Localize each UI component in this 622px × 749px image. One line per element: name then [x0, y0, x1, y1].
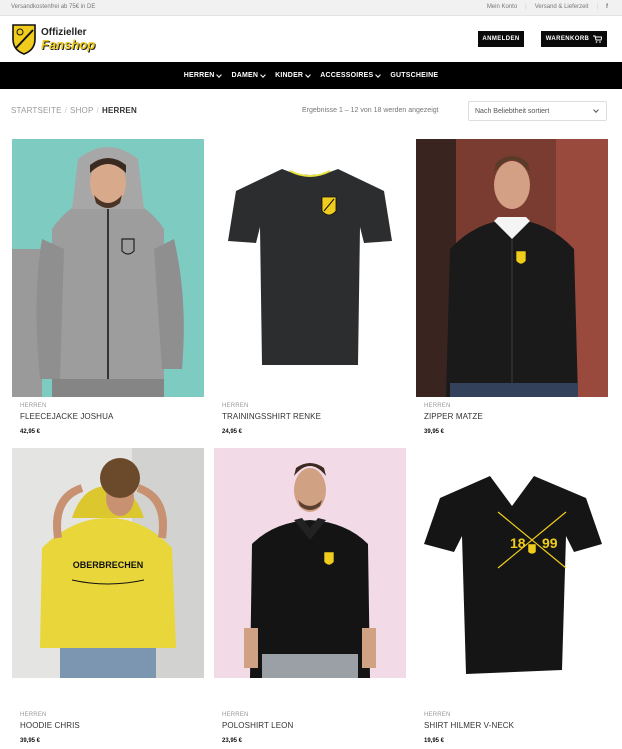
chevron-down-icon: [375, 71, 382, 78]
nav-item-herren[interactable]: HERREN: [183, 71, 223, 79]
chevron-down-icon: [305, 71, 312, 78]
nav-label: HERREN: [183, 72, 215, 79]
breadcrumb: STARTSEITE / SHOP / HERREN: [11, 106, 137, 115]
product-category: HERREN: [222, 712, 249, 718]
product-card[interactable]: HERREN FLEECEJACKE JOSHUA 42,95 €: [12, 139, 204, 435]
login-button[interactable]: ANMELDEN: [478, 31, 524, 47]
product-image[interactable]: 18 99: [416, 448, 608, 706]
cart-label: WARENKORB: [545, 36, 590, 42]
product-category: HERREN: [424, 403, 451, 409]
product-category: HERREN: [424, 712, 451, 718]
my-account-link[interactable]: Mein Konto: [487, 4, 517, 10]
cart-icon: [593, 35, 603, 43]
product-title[interactable]: SHIRT HILMER V-NECK: [424, 721, 608, 730]
breadcrumb-shop[interactable]: SHOP: [70, 106, 93, 115]
product-image[interactable]: [416, 139, 608, 397]
product-price: 24,95 €: [222, 429, 243, 435]
product-card[interactable]: HERREN POLOSHIRT LEON 23,95 €: [214, 448, 406, 744]
product-title[interactable]: TRAININGSSHIRT RENKE: [222, 412, 406, 421]
product-title[interactable]: POLOSHIRT LEON: [222, 721, 406, 730]
print-year-right: 99: [542, 535, 558, 551]
breadcrumb-separator: /: [64, 106, 68, 115]
chevron-down-icon: [216, 71, 223, 78]
hoodie-print-text: OBERBRECHEN: [73, 560, 144, 570]
logo-line2: Fanshop: [41, 36, 96, 52]
nav-item-kinder[interactable]: KINDER: [275, 71, 312, 79]
product-image[interactable]: [214, 448, 406, 706]
product-title[interactable]: FLEECEJACKE JOSHUA: [20, 412, 204, 421]
nav-item-gutscheine[interactable]: GUTSCHEINE: [390, 72, 438, 79]
site-logo[interactable]: Offizieller Fanshop: [11, 21, 101, 57]
nav-item-accessoires[interactable]: ACCESSOIRES: [320, 71, 382, 79]
shipping-info-link[interactable]: Versand & Lieferzeit: [535, 4, 589, 10]
product-price: 39,95 €: [20, 738, 41, 744]
product-card[interactable]: OBERBRECHEN HERREN HOODIE CHRIS 39,95 €: [12, 448, 204, 744]
breadcrumb-home[interactable]: STARTSEITE: [11, 106, 62, 115]
sort-select[interactable]: Nach Beliebtheit sortiert: [468, 101, 607, 121]
result-count: Ergebnisse 1 – 12 von 18 werden angezeig…: [302, 107, 439, 114]
nav-label: GUTSCHEINE: [390, 72, 439, 79]
product-price: 19,95 €: [424, 738, 445, 744]
print-year-left: 18: [510, 535, 526, 551]
product-image[interactable]: OBERBRECHEN: [12, 448, 204, 706]
divider: |: [596, 4, 598, 10]
product-image[interactable]: [12, 139, 204, 397]
nav-label: ACCESSOIRES: [320, 72, 374, 79]
shipping-note: Versandkostenfrei ab 75€ in DE: [11, 4, 96, 10]
chevron-down-icon: [260, 71, 266, 78]
product-card[interactable]: HERREN ZIPPER MATZE 39,95 €: [416, 139, 608, 435]
product-category: HERREN: [20, 712, 47, 718]
product-title[interactable]: ZIPPER MATZE: [424, 412, 608, 421]
product-category: HERREN: [20, 403, 47, 409]
top-bar: Versandkostenfrei ab 75€ in DE Mein Kont…: [0, 0, 622, 16]
product-category: HERREN: [222, 403, 249, 409]
product-price: 23,95 €: [222, 738, 243, 744]
sort-selected-value: Nach Beliebtheit sortiert: [475, 107, 550, 115]
breadcrumb-separator: /: [96, 106, 99, 115]
chevron-down-icon: [593, 107, 599, 113]
product-card[interactable]: HERREN TRAININGSSHIRT RENKE 24,95 €: [214, 139, 406, 435]
product-price: 39,95 €: [424, 429, 445, 435]
nav-item-damen[interactable]: DAMEN: [231, 71, 266, 79]
product-card[interactable]: 18 99 HERREN SHIRT HILMER V-NECK 19,95 €: [416, 448, 608, 744]
breadcrumb-current: HERREN: [101, 106, 137, 115]
site-header: Offizieller Fanshop ANMELDEN WARENKORB: [0, 16, 622, 62]
facebook-icon[interactable]: f: [606, 4, 608, 10]
logo-line1: Offizieller: [41, 26, 87, 38]
product-image[interactable]: [214, 139, 406, 397]
nav-label: DAMEN: [231, 72, 259, 79]
product-title[interactable]: HOODIE CHRIS: [20, 721, 204, 730]
nav-label: KINDER: [275, 72, 304, 79]
main-navigation: HERREN DAMEN KINDER ACCESSOIRES GUTSCHEI…: [0, 62, 622, 89]
club-crest-icon: [12, 24, 36, 55]
divider: |: [525, 4, 527, 10]
cart-button[interactable]: WARENKORB: [541, 31, 607, 47]
product-price: 42,95 €: [20, 429, 41, 435]
